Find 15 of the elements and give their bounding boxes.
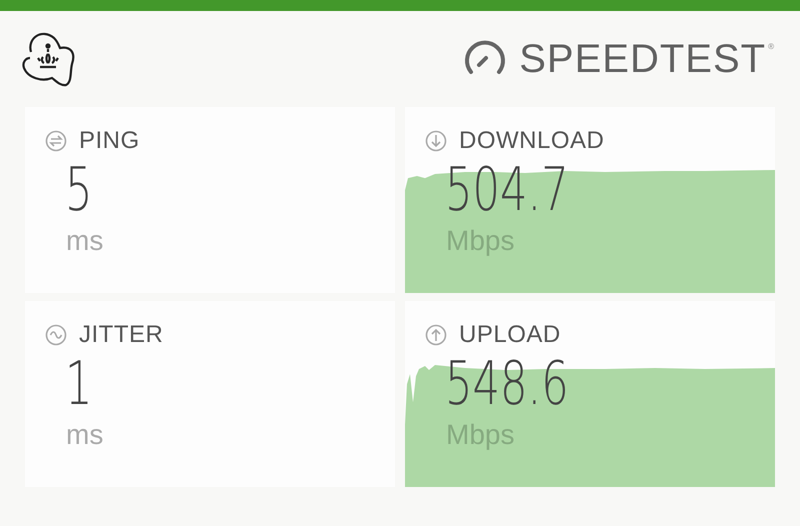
metric-value: 548.6 xyxy=(445,351,569,417)
metric-label: JITTER xyxy=(79,321,164,349)
metric-label: DOWNLOAD xyxy=(459,127,604,155)
gauge-icon xyxy=(463,39,508,75)
metric-value: 504.7 xyxy=(445,157,569,223)
brand-name: SPEEDTEST xyxy=(519,39,766,79)
metric-label: UPLOAD xyxy=(459,321,561,349)
metric-value: 1 xyxy=(65,351,92,417)
wave-icon xyxy=(45,324,67,346)
metric-unit: ms xyxy=(66,419,104,450)
trademark: ® xyxy=(768,41,774,53)
ping-icon xyxy=(45,130,67,152)
metric-label: PING xyxy=(79,127,140,155)
metric-unit: ms xyxy=(66,225,104,256)
metric-value: 5 xyxy=(65,157,92,223)
